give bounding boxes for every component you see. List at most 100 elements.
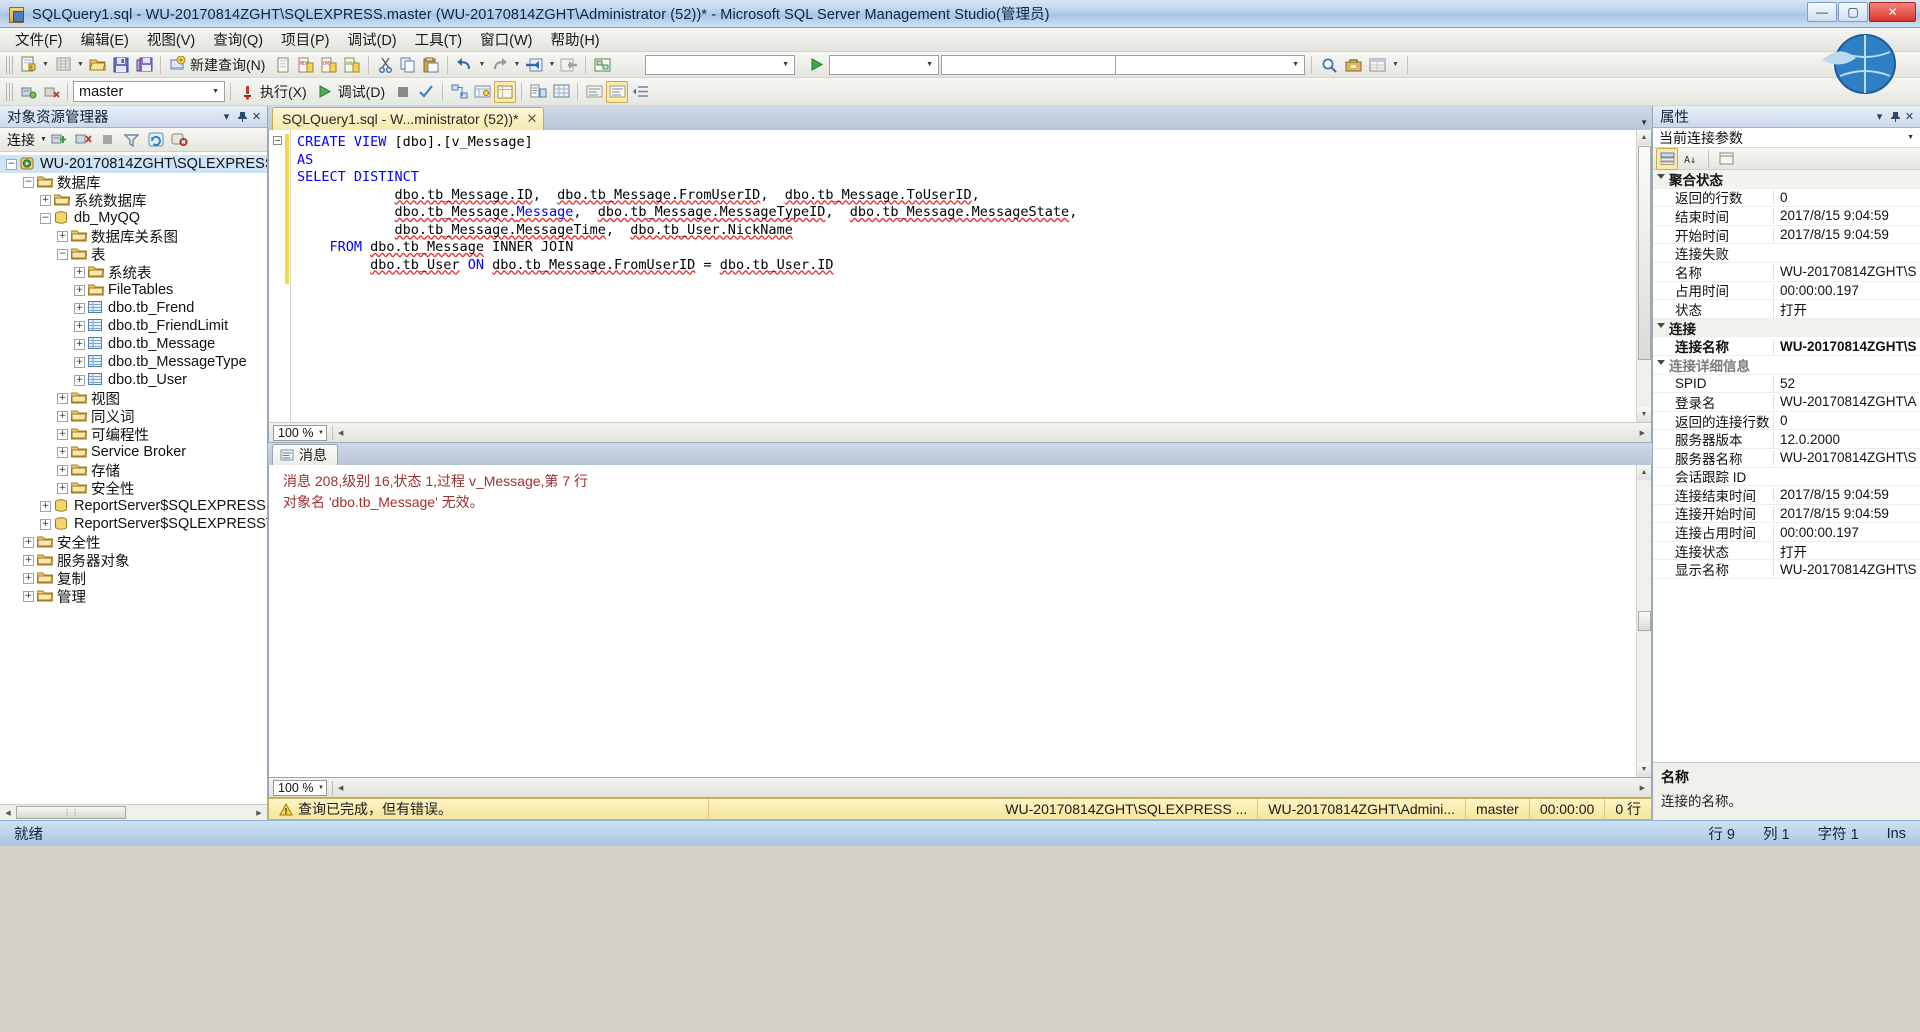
search-combo[interactable]: ▼ <box>1115 54 1305 75</box>
properties-grid[interactable]: 聚合状态 返回的行数 0 结束时间 2017/8/15 9:04:59 开始时间 2017/… <box>1653 170 1920 762</box>
property-value[interactable]: 00:00:00.197 <box>1773 282 1920 298</box>
messages-scroll-up-icon[interactable]: ▲ <box>1637 465 1651 480</box>
undo-icon[interactable] <box>453 54 475 76</box>
messages-zoom-chevron-icon[interactable]: ▼ <box>318 785 324 791</box>
tree-expand-icon[interactable]: + <box>57 428 68 440</box>
property-row[interactable]: 连接名称 WU-20170814ZGHT\S <box>1653 337 1920 356</box>
parse-icon[interactable] <box>415 81 437 103</box>
include-actual-plan-icon[interactable] <box>494 80 517 103</box>
tree-node[interactable]: + 可编程性 <box>0 425 267 444</box>
navigate-forward-icon[interactable] <box>558 54 580 76</box>
toolbox-icon[interactable] <box>1342 54 1364 76</box>
property-row[interactable]: 连接状态 打开 <box>1653 540 1920 561</box>
menu-tools[interactable]: 工具(T) <box>406 26 472 53</box>
debug-label[interactable]: 调试(D) <box>337 82 391 102</box>
property-value[interactable]: WU-20170814ZGHT\S <box>1773 450 1920 466</box>
disconnect-icon[interactable] <box>40 81 62 103</box>
object-explorer-close-icon[interactable]: ✕ <box>249 109 264 125</box>
oe-connect-chevron-icon[interactable]: ▼ <box>40 136 47 143</box>
new-xmla-query-icon[interactable]: XMLA <box>341 54 363 76</box>
tree-collapse-icon[interactable]: − <box>23 176 34 188</box>
tree-expand-icon[interactable]: + <box>57 410 68 422</box>
property-row[interactable]: 连接 <box>1653 318 1920 338</box>
oe-disconnect-icon[interactable] <box>73 129 95 151</box>
fold-collapse-icon[interactable]: − <box>273 136 282 145</box>
property-row[interactable]: 服务器名称 WU-20170814ZGHT\S <box>1653 449 1920 468</box>
maximize-button[interactable]: ▢ <box>1838 2 1868 22</box>
new-mdx-query-icon[interactable]: MDX <box>295 54 317 76</box>
property-value[interactable]: 2017/8/15 9:04:59 <box>1773 487 1920 503</box>
document-tab-close-icon[interactable]: ✕ <box>527 111 538 127</box>
tree-node[interactable]: − 数据库 <box>0 173 267 192</box>
tab-messages[interactable]: 消息 <box>272 444 338 465</box>
object-explorer-menu-icon[interactable]: ▾ <box>219 109 234 125</box>
navigate-backward-icon[interactable] <box>523 54 545 76</box>
chevron-down-icon-4[interactable]: ▼ <box>1289 61 1302 68</box>
property-row[interactable]: 返回的连接行数 0 <box>1653 412 1920 431</box>
property-value[interactable]: WU-20170814ZGHT\S <box>1773 338 1920 354</box>
database-combo[interactable]: master ▼ <box>73 81 225 102</box>
messages-hscroll-left-icon[interactable]: ◀ <box>338 784 343 792</box>
properties-pin-icon[interactable] <box>1887 109 1902 125</box>
property-row[interactable]: 连接结束时间 2017/8/15 9:04:59 <box>1653 486 1920 505</box>
document-tab-sqlquery1[interactable]: SQLQuery1.sql - W...ministrator (52))* ✕ <box>272 107 545 130</box>
tree-expand-icon[interactable]: + <box>40 500 51 512</box>
tree-node[interactable]: + 系统数据库 <box>0 191 267 210</box>
property-row[interactable]: 连接失败 <box>1653 244 1920 263</box>
new-query-db-engine-icon[interactable] <box>272 54 294 76</box>
results-to-grid-icon[interactable] <box>550 81 572 103</box>
new-table-dropdown-icon[interactable]: ▼ <box>75 54 86 76</box>
undo-dropdown-icon[interactable]: ▼ <box>476 54 487 76</box>
tree-expand-icon[interactable]: + <box>74 302 85 314</box>
save-icon[interactable] <box>110 54 132 76</box>
property-row[interactable]: 占用时间 00:00:00.197 <box>1653 282 1920 301</box>
menu-project[interactable]: 项目(P) <box>272 26 338 53</box>
run-icon[interactable] <box>805 54 827 76</box>
properties-dropdown-icon[interactable]: ▼ <box>1390 54 1401 76</box>
results-to-text-icon[interactable] <box>527 81 549 103</box>
save-all-icon[interactable] <box>133 54 155 76</box>
property-value[interactable]: 2017/8/15 9:04:59 <box>1773 505 1920 521</box>
sql-code-text[interactable]: CREATE VIEW [dbo].[v_Message] AS SELECT DI… <box>291 130 1651 422</box>
tree-node[interactable]: + 数据库关系图 <box>0 227 267 246</box>
tree-expand-icon[interactable]: + <box>74 338 85 350</box>
editor-scroll-down-icon[interactable]: ▼ <box>1637 407 1651 422</box>
property-row[interactable]: 显示名称 WU-20170814ZGHT\S <box>1653 560 1920 580</box>
tree-collapse-icon[interactable]: − <box>40 212 51 224</box>
category-expand-icon[interactable] <box>1657 323 1665 332</box>
stop-icon[interactable] <box>392 81 414 103</box>
property-value[interactable]: 2017/8/15 9:04:59 <box>1773 227 1920 243</box>
tree-node[interactable]: − db_MyQQ <box>0 209 267 227</box>
chevron-down-icon-2[interactable]: ▼ <box>923 61 936 68</box>
execute-label[interactable]: 执行(X) <box>259 82 313 102</box>
query-options-icon[interactable] <box>471 81 493 103</box>
navigate-backward-dropdown-icon[interactable]: ▼ <box>546 54 557 76</box>
tree-expand-icon[interactable]: + <box>74 374 85 386</box>
show-diagram-pane-icon[interactable] <box>591 54 613 76</box>
uncomment-lines-icon[interactable] <box>606 80 629 103</box>
messages-vscroll-thumb[interactable] <box>1637 611 1651 631</box>
property-value[interactable]: 0 <box>1773 189 1920 205</box>
menu-file[interactable]: 文件(F) <box>6 26 72 53</box>
chevron-down-icon[interactable]: ▼ <box>779 61 792 68</box>
messages-pane[interactable]: 消息 208,级别 16,状态 1,过程 v_Message,第 7 行对象名 … <box>268 465 1652 778</box>
property-value[interactable]: WU-20170814ZGHT\S <box>1773 561 1920 577</box>
property-row[interactable]: 开始时间 2017/8/15 9:04:59 <box>1653 226 1920 245</box>
tree-node[interactable]: + 存储 <box>0 461 267 480</box>
tree-expand-icon[interactable]: + <box>57 230 68 242</box>
tree-node[interactable]: + ReportServer$SQLEXPRESSTem <box>0 515 267 533</box>
menu-view[interactable]: 视图(V) <box>138 26 204 53</box>
tree-expand-icon[interactable]: + <box>57 392 68 404</box>
tree-node[interactable]: + 复制 <box>0 569 267 588</box>
property-value[interactable]: WU-20170814ZGHT\A <box>1773 394 1920 410</box>
redo-dropdown-icon[interactable]: ▼ <box>511 54 522 76</box>
tree-node[interactable]: + 管理 <box>0 587 267 606</box>
messages-scroll-down-icon[interactable]: ▼ <box>1637 762 1651 777</box>
tree-expand-icon[interactable]: + <box>23 554 34 566</box>
copy-icon[interactable] <box>397 54 419 76</box>
new-dmx-query-icon[interactable]: DMX <box>318 54 340 76</box>
run-target-combo[interactable]: ▼ <box>829 54 939 75</box>
oe-scroll-right-icon[interactable]: ▶ <box>251 806 267 820</box>
property-value[interactable]: 00:00:00.197 <box>1773 524 1920 540</box>
tree-expand-icon[interactable]: + <box>57 446 68 458</box>
